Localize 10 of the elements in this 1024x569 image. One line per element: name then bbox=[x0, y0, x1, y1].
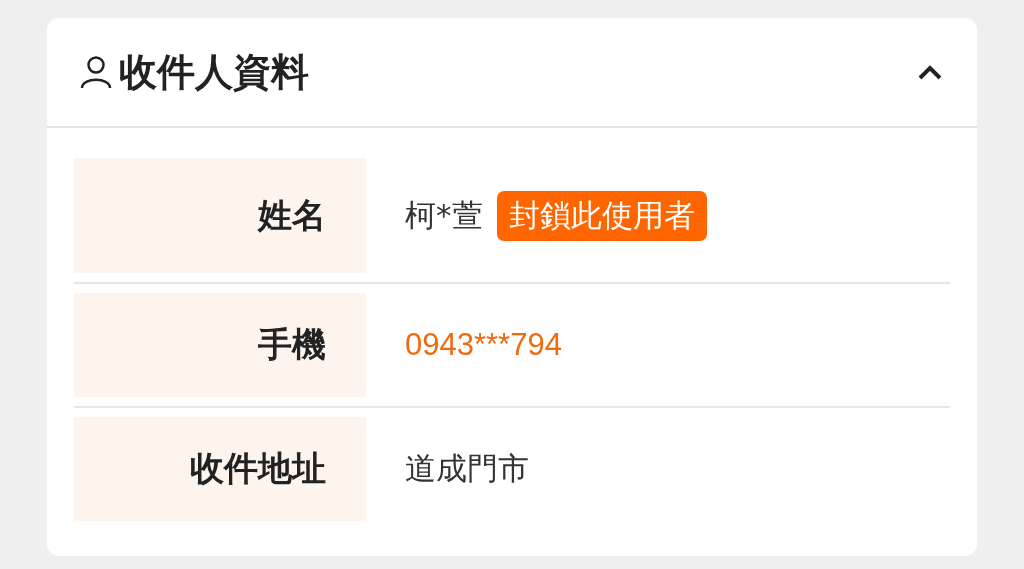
block-user-button[interactable]: 封鎖此使用者 bbox=[496, 190, 707, 241]
phone-link[interactable]: 0943***794 bbox=[405, 327, 562, 363]
field-label: 姓名 bbox=[258, 193, 326, 237]
field-value: 柯*萱 bbox=[405, 195, 483, 235]
person-icon bbox=[79, 55, 113, 89]
field-label: 收件地址 bbox=[190, 447, 326, 490]
section-title: 收件人資料 bbox=[119, 48, 310, 96]
chevron-icon[interactable] bbox=[917, 63, 943, 81]
field-label: 手機 bbox=[258, 323, 326, 366]
field-value: 道成門市 bbox=[405, 449, 529, 488]
